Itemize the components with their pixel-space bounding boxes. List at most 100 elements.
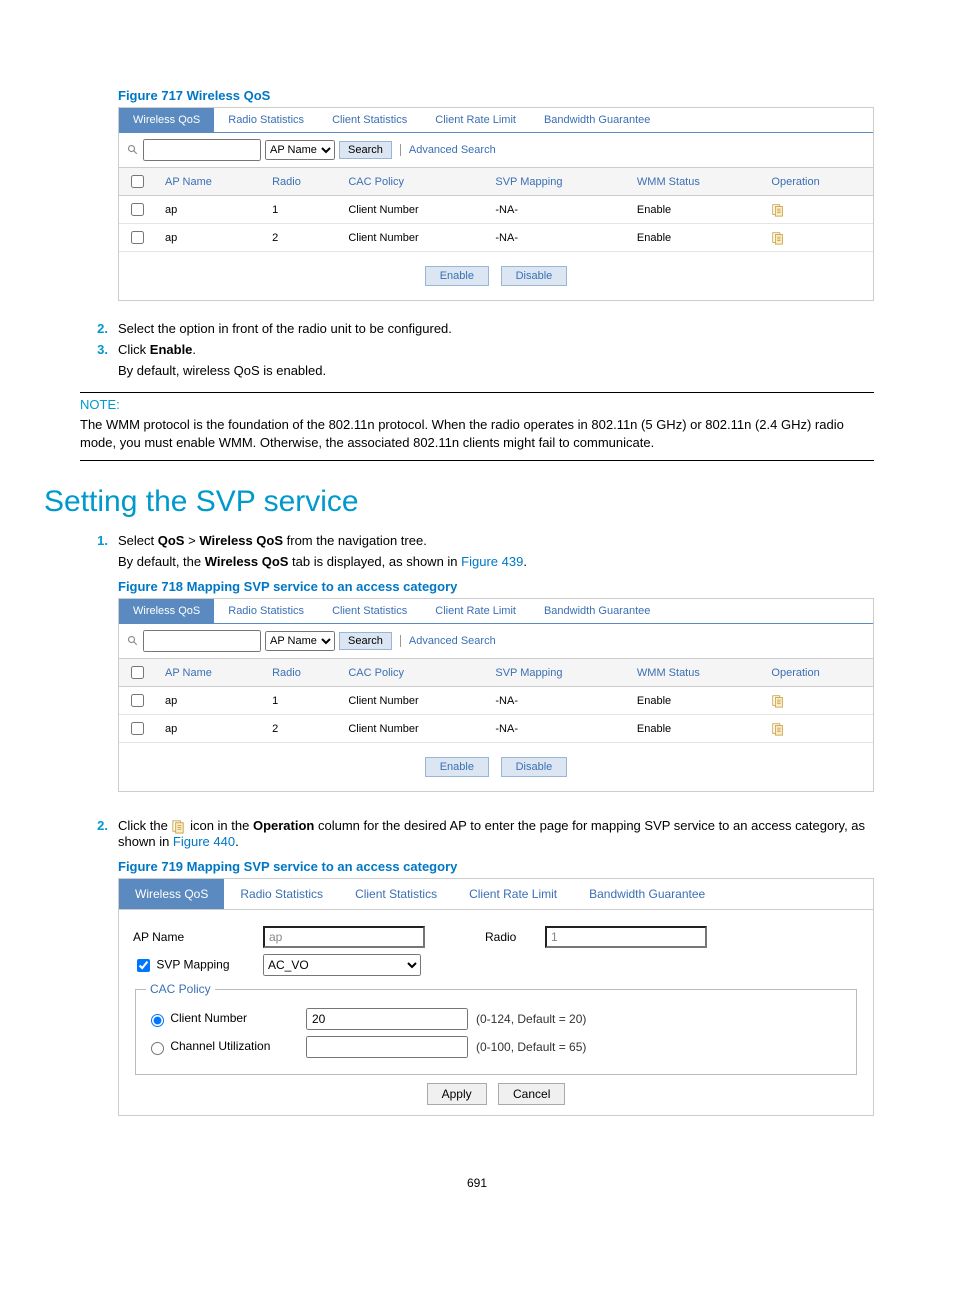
col-ap-name: AP Name [157,659,264,687]
figure-link[interactable]: Figure 439 [461,554,523,569]
search-button[interactable]: Search [339,632,392,650]
ap-name-field [263,926,425,948]
sec2-step-1: Select QoS > Wireless QoS from the navig… [80,533,874,812]
tab-radio-statistics[interactable]: Radio Statistics [224,879,339,909]
ap-name-label: AP Name [133,930,263,944]
channel-util-input[interactable] [306,1036,468,1058]
col-radio: Radio [264,168,340,196]
cell-ap-name: ap [157,224,264,252]
row-checkbox[interactable] [131,231,144,244]
disable-button[interactable]: Disable [501,757,568,777]
search-input[interactable] [143,630,261,652]
disable-button[interactable]: Disable [501,266,568,286]
select-all-checkbox[interactable] [131,175,144,188]
tab-wireless-qos[interactable]: Wireless QoS [119,599,214,623]
channel-util-option[interactable]: Channel Utilization [146,1039,306,1055]
step-text: > [184,533,199,548]
col-svp-mapping: SVP Mapping [487,168,629,196]
table-row: ap 1 Client Number -NA- Enable [119,687,873,715]
client-number-option[interactable]: Client Number [146,1011,306,1027]
tab-bandwidth-guarantee[interactable]: Bandwidth Guarantee [530,599,664,623]
row-checkbox[interactable] [131,722,144,735]
row-checkbox[interactable] [131,694,144,707]
client-number-radio[interactable] [151,1014,164,1027]
row-checkbox[interactable] [131,203,144,216]
cell-wmm: Enable [629,224,764,252]
sec2-step-2: Click the icon in the Operation column f… [80,818,874,1136]
svp-mapping-checkbox[interactable] [137,959,150,972]
cell-radio: 2 [264,715,340,743]
tab-bandwidth-guarantee[interactable]: Bandwidth Guarantee [573,879,721,909]
heading-setting-svp: Setting the SVP service [44,485,874,519]
col-radio: Radio [264,659,340,687]
col-ap-name: AP Name [157,168,264,196]
step-text: . [235,834,239,849]
search-input[interactable] [143,139,261,161]
cell-svp: -NA- [487,715,629,743]
step-text: icon in the [186,818,253,833]
cancel-button[interactable]: Cancel [498,1083,565,1105]
step-text: Click the [118,818,171,833]
cell-svp: -NA- [487,196,629,224]
enable-button[interactable]: Enable [425,266,489,286]
figure-caption: Figure 717 Wireless QoS [118,88,874,103]
tab-client-rate-limit[interactable]: Client Rate Limit [421,108,530,132]
radio-label: Radio [485,930,545,944]
col-operation: Operation [763,659,873,687]
wireless-qos-word: Wireless QoS [199,533,283,548]
figure-719-screenshot: Wireless QoS Radio Statistics Client Sta… [118,878,874,1116]
cell-radio: 2 [264,224,340,252]
step-text: tab is displayed, as shown in [288,554,461,569]
tab-client-rate-limit[interactable]: Client Rate Limit [453,879,573,909]
search-field-select[interactable]: AP Name [265,631,335,651]
cell-ap-name: ap [157,196,264,224]
step-text: Click [118,342,150,357]
tab-radio-statistics[interactable]: Radio Statistics [214,108,318,132]
enable-button[interactable]: Enable [425,757,489,777]
cac-policy-fieldset: CAC Policy Client Number (0-124, Default… [135,982,857,1075]
tab-client-rate-limit[interactable]: Client Rate Limit [421,599,530,623]
figure-caption: Figure 718 Mapping SVP service to an acc… [118,579,874,594]
svp-mapping-select[interactable]: AC_VO [263,954,421,976]
tab-wireless-qos[interactable]: Wireless QoS [119,108,214,132]
search-icon [127,635,139,647]
tab-bandwidth-guarantee[interactable]: Bandwidth Guarantee [530,108,664,132]
advanced-search-link[interactable]: Advanced Search [400,635,496,647]
radio-field [545,926,707,948]
tab-client-statistics[interactable]: Client Statistics [339,879,453,909]
cell-wmm: Enable [629,687,764,715]
select-all-checkbox[interactable] [131,666,144,679]
search-icon [127,144,139,156]
step-text: . [523,554,527,569]
step-text: Select [118,533,158,548]
tab-client-statistics[interactable]: Client Statistics [318,108,421,132]
search-field-select[interactable]: AP Name [265,140,335,160]
figure-link[interactable]: Figure 440 [173,834,235,849]
page-number: 691 [80,1176,874,1190]
operation-word: Operation [253,818,314,833]
channel-util-radio[interactable] [151,1042,164,1055]
edit-icon[interactable] [771,722,785,736]
step-text: By default, the [118,554,205,569]
client-number-input[interactable] [306,1008,468,1030]
step-2: Select the option in front of the radio … [80,321,874,336]
advanced-search-link[interactable]: Advanced Search [400,144,496,156]
cell-wmm: Enable [629,196,764,224]
edit-icon[interactable] [771,203,785,217]
edit-icon[interactable] [771,694,785,708]
step-text: from the navigation tree. [283,533,427,548]
cell-radio: 1 [264,196,340,224]
tab-client-statistics[interactable]: Client Statistics [318,599,421,623]
apply-button[interactable]: Apply [427,1083,487,1105]
step-3: Click Enable. By default, wireless QoS i… [80,342,874,378]
tabbar: Wireless QoS Radio Statistics Client Sta… [119,108,873,133]
col-operation: Operation [763,168,873,196]
tab-wireless-qos[interactable]: Wireless QoS [119,879,224,909]
search-button[interactable]: Search [339,141,392,159]
table-row: ap 2 Client Number -NA- Enable [119,224,873,252]
toolbar: AP Name Search Advanced Search [119,133,873,167]
edit-icon[interactable] [771,231,785,245]
channel-util-hint: (0-100, Default = 65) [476,1040,586,1054]
tab-radio-statistics[interactable]: Radio Statistics [214,599,318,623]
cell-cac: Client Number [340,224,487,252]
